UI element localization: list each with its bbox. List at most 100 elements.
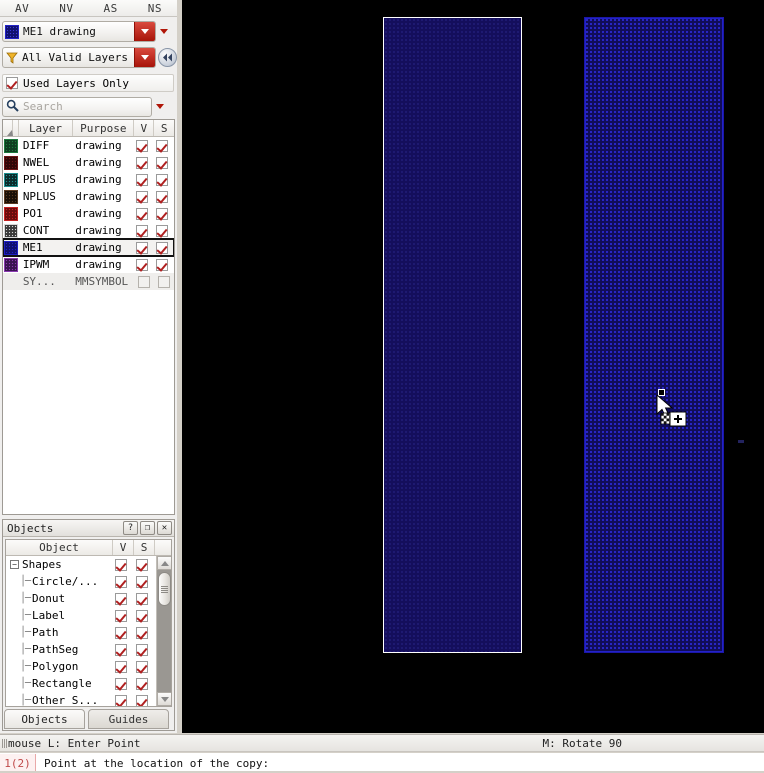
layer-row[interactable]: CONT drawing	[3, 222, 174, 239]
layer-swatch-cell[interactable]	[3, 240, 19, 255]
checkbox-checked-icon[interactable]	[135, 207, 148, 220]
layer-swatch-cell[interactable]	[3, 257, 19, 272]
object-visible-toggle[interactable]	[113, 592, 134, 605]
checkbox-checked-icon[interactable]	[155, 156, 168, 169]
checkbox-checked-icon[interactable]	[155, 139, 168, 152]
object-selectable-toggle[interactable]	[134, 592, 155, 605]
layer-visible-toggle[interactable]	[134, 173, 154, 186]
header-nv[interactable]: NV	[44, 2, 88, 15]
objects-scrollbar[interactable]	[156, 556, 171, 706]
current-layer-combo[interactable]: ME1 drawing	[2, 21, 156, 42]
object-row[interactable]: │─ Other S...	[6, 692, 171, 706]
object-visible-toggle[interactable]	[113, 575, 134, 588]
layer-selectable-toggle[interactable]	[154, 224, 174, 237]
checkbox-unchecked-icon[interactable]	[138, 275, 151, 288]
object-selectable-toggle[interactable]	[134, 575, 155, 588]
object-row[interactable]: │─ Polygon	[6, 658, 171, 675]
layer-selectable-toggle[interactable]	[154, 241, 174, 254]
layer-visible-toggle[interactable]	[134, 241, 154, 254]
layer-selectable-toggle[interactable]	[154, 275, 174, 288]
checkbox-checked-icon[interactable]	[135, 258, 148, 271]
layer-visible-toggle[interactable]	[134, 224, 154, 237]
column-header-object-s[interactable]: S	[134, 540, 155, 555]
search-input[interactable]	[21, 97, 151, 116]
layer-row[interactable]: NWEL drawing	[3, 154, 174, 171]
checkbox-checked-icon[interactable]	[135, 224, 148, 237]
object-row[interactable]: │─ Path	[6, 624, 171, 641]
rectangle-copy[interactable]	[584, 17, 724, 653]
checkbox-checked-icon[interactable]	[135, 139, 148, 152]
tab-guides[interactable]: Guides	[88, 709, 169, 729]
layer-filter-combo[interactable]: All Valid Layers	[2, 47, 156, 68]
layer-selectable-toggle[interactable]	[154, 190, 174, 203]
layer-selectable-toggle[interactable]	[154, 139, 174, 152]
column-header-object-v[interactable]: V	[113, 540, 134, 555]
used-layers-only-checkbox[interactable]: Used Layers Only	[2, 74, 174, 92]
checkbox-unchecked-icon[interactable]	[158, 275, 171, 288]
object-visible-toggle[interactable]	[113, 609, 134, 622]
layer-filter-dropdown-button[interactable]	[134, 48, 155, 67]
checkbox-checked-icon[interactable]	[135, 173, 148, 186]
checkbox-checked-icon[interactable]	[115, 660, 127, 673]
checkbox-checked-icon[interactable]	[155, 258, 168, 271]
layer-swatch-cell[interactable]	[3, 189, 19, 204]
scroll-up-button[interactable]	[157, 556, 171, 570]
column-header-s[interactable]: S	[154, 120, 174, 136]
column-header-purpose[interactable]: Purpose	[73, 120, 135, 136]
column-header-v[interactable]: V	[134, 120, 155, 136]
rewind-icon[interactable]	[158, 48, 177, 67]
checkbox-checked-icon[interactable]	[115, 558, 127, 571]
column-header-layer[interactable]: Layer	[19, 120, 74, 136]
checkbox-checked-icon[interactable]	[136, 592, 148, 605]
layer-row[interactable]: NPLUS drawing	[3, 188, 174, 205]
help-button[interactable]: ?	[123, 521, 138, 535]
object-visible-toggle[interactable]	[113, 626, 134, 639]
checkbox-checked-icon[interactable]	[115, 626, 127, 639]
checkbox-checked-icon[interactable]	[136, 558, 148, 571]
object-row[interactable]: − Shapes	[6, 556, 171, 573]
layer-row[interactable]: PO1 drawing	[3, 205, 174, 222]
layer-search-box[interactable]	[2, 96, 152, 117]
checkbox-checked-icon[interactable]	[136, 677, 148, 690]
checkbox-checked-icon[interactable]	[136, 660, 148, 673]
object-visible-toggle[interactable]	[113, 694, 134, 706]
object-visible-toggle[interactable]	[113, 643, 134, 656]
checkbox-checked-icon[interactable]	[155, 241, 168, 254]
scrollbar-track[interactable]	[157, 570, 171, 692]
checkbox-checked-icon[interactable]	[136, 643, 148, 656]
checkbox-checked-icon[interactable]	[135, 156, 148, 169]
layer-row[interactable]: PPLUS drawing	[3, 171, 174, 188]
layer-visible-toggle[interactable]	[134, 139, 154, 152]
layer-swatch-cell[interactable]	[3, 155, 19, 170]
current-layer-dropdown-button[interactable]	[134, 22, 155, 41]
object-selectable-toggle[interactable]	[134, 626, 155, 639]
header-av[interactable]: AV	[0, 2, 44, 15]
close-button[interactable]: ✕	[157, 521, 172, 535]
search-extra-dropdown[interactable]	[152, 96, 168, 117]
undock-button[interactable]: ❐	[140, 521, 155, 535]
layout-canvas[interactable]	[182, 0, 764, 733]
column-header-object[interactable]: Object	[6, 540, 113, 555]
object-selectable-toggle[interactable]	[134, 609, 155, 622]
checkbox-checked-icon[interactable]	[136, 575, 148, 588]
checkbox-checked-icon[interactable]	[115, 694, 127, 706]
object-row[interactable]: │─ Circle/...	[6, 573, 171, 590]
checkbox-checked-icon[interactable]	[135, 241, 148, 254]
object-row[interactable]: │─ Rectangle	[6, 675, 171, 692]
checkbox-checked-icon[interactable]	[155, 190, 168, 203]
object-visible-toggle[interactable]	[113, 660, 134, 673]
checkbox-checked-icon[interactable]	[115, 575, 127, 588]
layer-row[interactable]: SY... MMSYMBOL	[3, 273, 174, 290]
object-row[interactable]: │─ Label	[6, 607, 171, 624]
header-ns[interactable]: NS	[133, 2, 177, 15]
object-row[interactable]: │─ Donut	[6, 590, 171, 607]
object-selectable-toggle[interactable]	[134, 694, 155, 706]
layer-swatch-cell[interactable]	[3, 138, 19, 153]
checkbox-checked-icon[interactable]	[136, 609, 148, 622]
layer-swatch-cell[interactable]	[3, 223, 19, 238]
sort-column-header[interactable]	[3, 120, 19, 136]
object-selectable-toggle[interactable]	[134, 643, 155, 656]
layer-visible-toggle[interactable]	[134, 190, 154, 203]
layer-selectable-toggle[interactable]	[154, 258, 174, 271]
layer-selectable-toggle[interactable]	[154, 207, 174, 220]
